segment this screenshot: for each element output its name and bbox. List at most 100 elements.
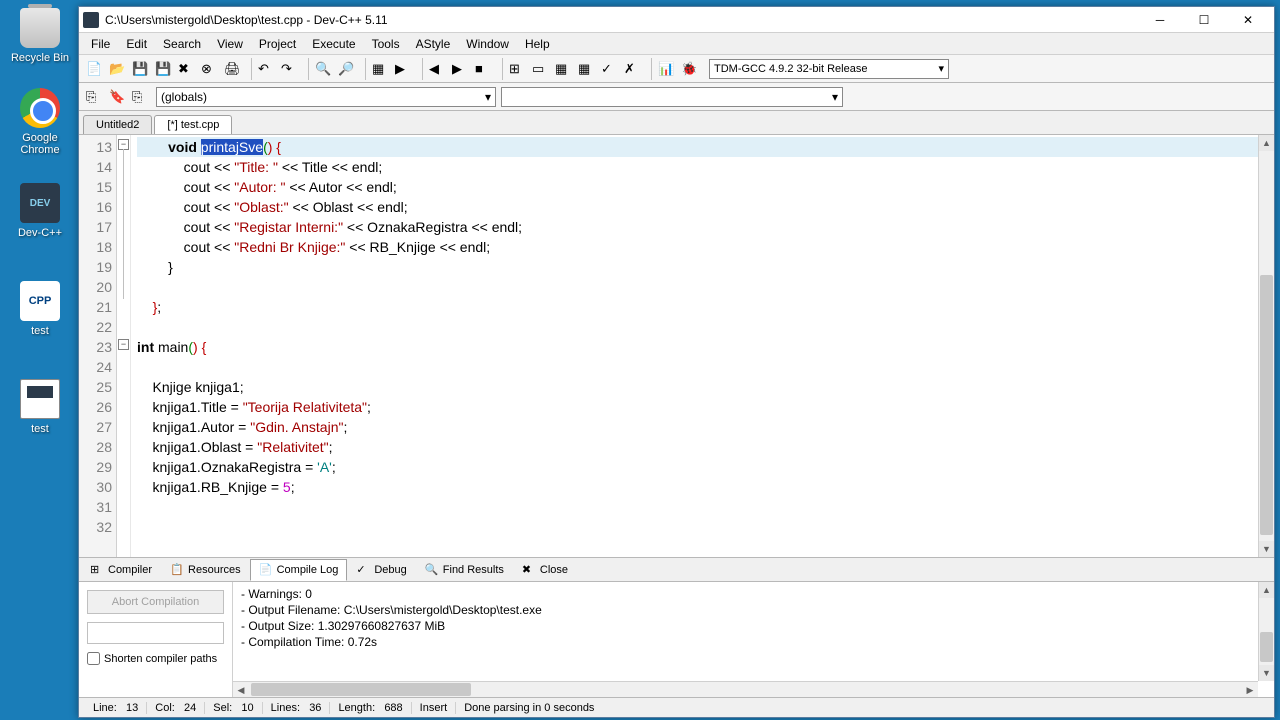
scroll-left-button[interactable]: ◀ <box>233 682 249 697</box>
scroll-down-button[interactable]: ▼ <box>1259 665 1274 681</box>
run-button[interactable]: ▶ <box>392 58 414 80</box>
menu-help[interactable]: Help <box>517 35 558 53</box>
new-file-icon: 📄 <box>86 61 102 77</box>
member-selector[interactable]: ▾ <box>501 87 843 107</box>
titlebar[interactable]: C:\Users\mistergold\Desktop\test.cpp - D… <box>79 7 1274 33</box>
close-all-button[interactable]: ⊗ <box>198 58 220 80</box>
save-all-button[interactable]: 💾 <box>152 58 174 80</box>
line-number-gutter[interactable]: 1314151617181920212223242526272829303132 <box>79 135 117 557</box>
find-button[interactable]: 🔍 <box>312 58 334 80</box>
compile-input[interactable] <box>87 622 224 644</box>
goto-button[interactable]: ⎘ <box>83 86 105 108</box>
status-insert: Insert <box>412 702 457 714</box>
desktop-test-cpp[interactable]: test <box>5 281 75 337</box>
scroll-right-button[interactable]: ▶ <box>1242 682 1258 697</box>
scroll-up-button[interactable]: ▲ <box>1259 135 1274 151</box>
scroll-thumb[interactable] <box>1260 275 1273 535</box>
open-button[interactable]: 📂 <box>106 58 128 80</box>
scroll-thumb[interactable] <box>1260 632 1273 662</box>
bookmark-button[interactable]: 🔖 <box>106 86 128 108</box>
scope-value: (globals) <box>161 90 207 104</box>
new-file-button[interactable]: 📄 <box>83 58 105 80</box>
rebuild-button[interactable]: ▭ <box>529 58 551 80</box>
menu-view[interactable]: View <box>209 35 251 53</box>
bottom-panel: Abort Compilation Shorten compiler paths… <box>79 581 1274 697</box>
stop-button[interactable]: ■ <box>472 58 494 80</box>
fold-gutter[interactable]: −− <box>117 135 131 557</box>
undo-button[interactable]: ↶ <box>255 58 277 80</box>
scope-selector[interactable]: (globals) ▾ <box>156 87 496 107</box>
scroll-up-button[interactable]: ▲ <box>1259 582 1274 598</box>
debug-icon: 🐞 <box>681 61 697 77</box>
menu-astyle[interactable]: AStyle <box>408 35 459 53</box>
log-hscrollbar[interactable]: ◀ ▶ <box>233 681 1258 697</box>
close-button[interactable]: ✕ <box>1226 9 1270 31</box>
dropdown-icon: ▾ <box>485 90 491 104</box>
desktop-recycle-bin[interactable]: Recycle Bin <box>5 8 75 64</box>
menu-window[interactable]: Window <box>458 35 517 53</box>
debug-button[interactable]: 🐞 <box>678 58 700 80</box>
maximize-button[interactable]: ☐ <box>1182 9 1226 31</box>
desktop-test-exe[interactable]: test <box>5 379 75 435</box>
app-icon <box>83 12 99 28</box>
check-icon: ✓ <box>601 61 617 77</box>
recycle-bin-icon <box>20 8 60 48</box>
menu-edit[interactable]: Edit <box>118 35 155 53</box>
desktop-chrome[interactable]: Google Chrome <box>5 88 75 156</box>
nav-fwd-button[interactable]: ▶ <box>449 58 471 80</box>
log-vscrollbar[interactable]: ▲ ▼ <box>1258 582 1274 681</box>
editor-tabbar: Untitled2 [*] test.cpp <box>79 111 1274 135</box>
btab-resources[interactable]: 📋Resources <box>161 559 250 581</box>
status-line: Line: 13 <box>85 702 147 714</box>
menu-execute[interactable]: Execute <box>304 35 363 53</box>
bottom-left-panel: Abort Compilation Shorten compiler paths <box>79 582 233 697</box>
shorten-checkbox-input[interactable] <box>87 652 100 665</box>
fold-toggle[interactable]: − <box>118 339 129 350</box>
editor-vscrollbar[interactable]: ▲ ▼ <box>1258 135 1274 557</box>
exe-file-icon <box>20 379 60 419</box>
save-button[interactable]: 💾 <box>129 58 151 80</box>
tab-test-cpp[interactable]: [*] test.cpp <box>154 115 232 134</box>
redo-button[interactable]: ↷ <box>278 58 300 80</box>
code-area[interactable]: void printajSve() { cout << "Title: " <<… <box>131 135 1274 557</box>
menu-file[interactable]: File <box>83 35 118 53</box>
grid-button[interactable]: ▦ <box>575 58 597 80</box>
btab-find[interactable]: 🔍Find Results <box>416 559 513 581</box>
scroll-down-button[interactable]: ▼ <box>1259 541 1274 557</box>
shorten-paths-checkbox[interactable]: Shorten compiler paths <box>87 652 224 665</box>
cancel-button[interactable]: ✗ <box>621 58 643 80</box>
fwd-icon: ▶ <box>452 61 468 77</box>
profile-button[interactable]: 📊 <box>655 58 677 80</box>
devcpp-icon <box>20 183 60 223</box>
compile-run-button[interactable]: ⊞ <box>506 58 528 80</box>
test-cpp-label: test <box>5 325 75 337</box>
minimize-button[interactable]: ─ <box>1138 9 1182 31</box>
dropdown-icon: ▾ <box>938 62 944 75</box>
btab-close[interactable]: ✖Close <box>513 559 577 581</box>
compile-log-output[interactable]: - Warnings: 0- Output Filename: C:\Users… <box>233 582 1274 697</box>
log-line: - Output Size: 1.30297660827637 MiB <box>241 618 1266 634</box>
status-lines: Lines: 36 <box>263 702 331 714</box>
menu-tools[interactable]: Tools <box>364 35 408 53</box>
btab-compiler[interactable]: ⊞Compiler <box>81 559 161 581</box>
menu-search[interactable]: Search <box>155 35 209 53</box>
check-button[interactable]: ✓ <box>598 58 620 80</box>
btab-compile-log[interactable]: 📄Compile Log <box>250 559 348 581</box>
tab-untitled2[interactable]: Untitled2 <box>83 115 152 134</box>
print-icon: 🖨 <box>224 61 240 77</box>
close-file-button[interactable]: ✖ <box>175 58 197 80</box>
toolbar-secondary: ⎘ 🔖 ⎘ (globals) ▾ ▾ <box>79 83 1274 111</box>
scroll-thumb[interactable] <box>251 683 471 696</box>
syntax-button[interactable]: ▦ <box>552 58 574 80</box>
replace-button[interactable]: 🔎 <box>335 58 357 80</box>
desktop-devcpp[interactable]: Dev-C++ <box>5 183 75 239</box>
nav-back-button[interactable]: ◀ <box>426 58 448 80</box>
compile-button[interactable]: ▦ <box>369 58 391 80</box>
back-icon: ◀ <box>429 61 445 77</box>
btab-debug[interactable]: ✓Debug <box>347 559 415 581</box>
goto-line-button[interactable]: ⎘ <box>129 86 151 108</box>
menu-project[interactable]: Project <box>251 35 304 53</box>
statusbar: Line: 13 Col: 24 Sel: 10 Lines: 36 Lengt… <box>79 697 1274 717</box>
print-button[interactable]: 🖨 <box>221 58 243 80</box>
compiler-selector[interactable]: TDM-GCC 4.9.2 32-bit Release ▾ <box>709 59 949 79</box>
